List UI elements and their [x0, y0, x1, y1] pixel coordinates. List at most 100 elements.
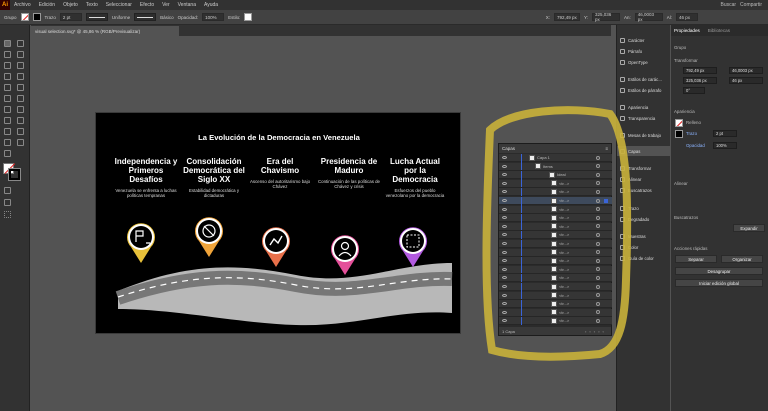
expand-button[interactable]: Expandir [733, 224, 765, 232]
target-circle-icon[interactable] [596, 310, 600, 315]
layer-row[interactable]: ›<tr...> [499, 273, 612, 283]
profile-label[interactable]: Uniforme [112, 15, 130, 20]
target-circle-icon[interactable] [596, 207, 600, 212]
menu-edicion[interactable]: Edición [35, 2, 59, 8]
visibility-eye-icon[interactable] [502, 259, 507, 263]
target-circle-icon[interactable] [596, 155, 600, 160]
visibility-eye-icon[interactable] [502, 242, 507, 245]
prop-stroke-weight[interactable]: 2 pt [713, 130, 737, 137]
visibility-eye-icon[interactable] [502, 164, 507, 168]
dock-appearance[interactable]: Apariencia [617, 102, 671, 112]
layer-row[interactable]: ›<tr...> [499, 187, 612, 197]
target-circle-icon[interactable] [596, 189, 600, 194]
shape-builder-icon[interactable] [4, 128, 11, 135]
pin-consolidation-icon[interactable] [191, 211, 227, 259]
target-circle-icon[interactable] [596, 275, 600, 280]
visibility-eye-icon[interactable] [502, 199, 507, 202]
stroke-color-icon[interactable] [8, 168, 21, 181]
rotate-tool-icon[interactable] [4, 106, 11, 113]
lasso-icon[interactable] [17, 51, 24, 58]
search-button[interactable]: Buscar [720, 2, 736, 8]
opacity-field[interactable]: 100% [202, 13, 225, 21]
dock-pathfinder[interactable]: Buscatrazos [617, 185, 671, 195]
layer-row[interactable]: ›<tr...> [499, 213, 612, 223]
gradient-tool-icon[interactable] [17, 128, 24, 135]
dock-gradient[interactable]: Degradado [617, 214, 671, 224]
layer-row[interactable]: Ideal [499, 170, 612, 180]
menu-ayuda[interactable]: Ayuda [200, 2, 222, 8]
draw-mode-icon[interactable] [4, 187, 11, 194]
pin-current-struggle-icon[interactable] [395, 221, 431, 269]
stroke-weight-field[interactable]: 2 pt [59, 13, 82, 21]
layer-row[interactable]: ›<tr...> [499, 308, 612, 317]
artboard[interactable]: La Evolución de la Democracia en Venezue… [95, 112, 461, 334]
visibility-eye-icon[interactable] [502, 293, 507, 297]
pencil-tool-icon[interactable] [4, 95, 11, 102]
layer-row[interactable]: Items [499, 162, 612, 171]
visibility-eye-icon[interactable] [502, 233, 507, 237]
pen-tool-icon[interactable] [4, 62, 11, 69]
width-tool-icon[interactable] [4, 117, 11, 124]
share-button[interactable]: Compartir [740, 2, 762, 8]
dock-para-styles[interactable]: Estilos de párrafo [617, 85, 671, 95]
layer-row[interactable]: ›<tr...> [499, 316, 612, 326]
tab-libraries[interactable]: Bibliotecas [708, 28, 730, 33]
dock-opentype[interactable]: OpenType [617, 57, 671, 67]
visibility-eye-icon[interactable] [502, 310, 507, 314]
dock-stroke[interactable]: Trazo [617, 203, 671, 213]
layer-row[interactable]: ›<tr...> [499, 265, 612, 274]
menu-ventana[interactable]: Ventana [174, 2, 200, 8]
layer-row[interactable]: ›<tr...> [499, 196, 612, 205]
y-field[interactable]: 325,036 px [591, 12, 620, 22]
prop-h-field[interactable]: 46 px [729, 77, 763, 84]
layer-row[interactable]: ›<tr...> [499, 291, 612, 300]
prop-x-field[interactable]: 792,49 px [683, 67, 717, 74]
magic-wand-icon[interactable] [4, 51, 11, 58]
layer-row[interactable]: ›<tr...> [499, 299, 612, 309]
dock-color[interactable]: Color [617, 242, 671, 252]
dock-transform[interactable]: Transformar [617, 163, 671, 173]
x-field[interactable]: 792,49 px [553, 13, 580, 21]
dock-align[interactable]: Alinear [617, 174, 671, 184]
h-field[interactable]: 46 px [676, 13, 698, 21]
target-circle-icon[interactable] [596, 250, 600, 255]
dock-artboards[interactable]: Mesas de trabajo [617, 130, 671, 140]
hand-tool-icon[interactable] [17, 139, 24, 146]
target-circle-icon[interactable] [596, 164, 600, 169]
selection-tool-icon[interactable] [4, 40, 11, 47]
dock-char-styles[interactable]: Estilos de carác... [617, 74, 671, 84]
layer-row[interactable]: Capa 1 [499, 153, 612, 162]
more-tools-icon[interactable] [4, 211, 11, 218]
layer-row[interactable]: ›<tr...> [499, 222, 612, 231]
direct-selection-tool-icon[interactable] [17, 40, 24, 47]
visibility-eye-icon[interactable] [502, 216, 507, 220]
style-swatch[interactable] [244, 13, 253, 21]
target-circle-icon[interactable] [596, 172, 600, 177]
visibility-eye-icon[interactable] [502, 190, 507, 194]
scale-tool-icon[interactable] [17, 106, 24, 113]
visibility-eye-icon[interactable] [502, 302, 507, 306]
target-circle-icon[interactable] [596, 198, 600, 203]
prop-y-field[interactable]: 325,036 px [683, 77, 717, 84]
document-tab[interactable]: visual selection.svg* @ 45,86 % (RGB/Pre… [31, 26, 179, 36]
curvature-icon[interactable] [17, 62, 24, 69]
stroke-profile-preview[interactable] [85, 13, 108, 21]
visibility-eye-icon[interactable] [502, 267, 507, 271]
selection-square-icon[interactable] [604, 198, 608, 203]
target-circle-icon[interactable] [596, 241, 600, 246]
menu-ver[interactable]: Ver [158, 2, 174, 8]
dock-layers[interactable]: Capas [617, 146, 671, 156]
layer-row[interactable]: ›<tr...> [499, 256, 612, 266]
target-circle-icon[interactable] [596, 318, 600, 323]
visibility-eye-icon[interactable] [502, 224, 507, 228]
target-circle-icon[interactable] [596, 232, 600, 237]
layer-row[interactable]: ›<tr...> [499, 239, 612, 248]
prop-w-field[interactable]: 46,0003 px [729, 67, 763, 74]
layer-row[interactable]: ›<tr...> [499, 248, 612, 257]
line-tool-icon[interactable] [17, 73, 24, 80]
menu-seleccionar[interactable]: Seleccionar [102, 2, 136, 8]
visibility-eye-icon[interactable] [502, 250, 507, 254]
layers-tab[interactable]: Capas [502, 146, 515, 151]
dock-character[interactable]: Carácter [617, 35, 671, 45]
visibility-eye-icon[interactable] [502, 319, 507, 323]
